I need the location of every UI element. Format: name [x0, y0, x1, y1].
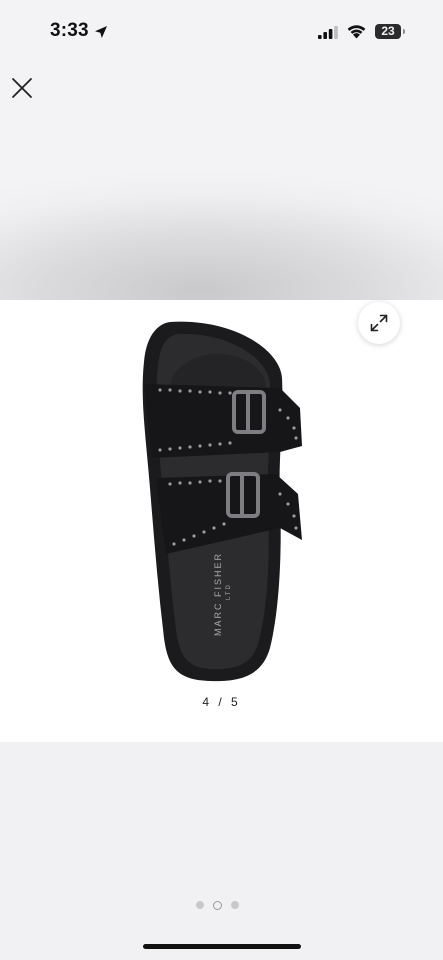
pagination-dot-1[interactable] — [196, 901, 204, 909]
wifi-icon — [347, 25, 366, 39]
cellular-signal-icon — [318, 26, 338, 39]
battery-tip — [403, 29, 405, 34]
expand-button[interactable] — [358, 302, 400, 344]
pagination-dot-2-active[interactable] — [213, 901, 222, 910]
image-counter: 4 / 5 — [202, 695, 241, 709]
pagination-dot-3[interactable] — [231, 901, 239, 909]
status-time: 3:33 — [50, 20, 89, 41]
brand-primary-label: MARC FISHER — [213, 552, 223, 636]
home-indicator[interactable] — [143, 944, 301, 949]
status-bar: 3:33 23 — [0, 0, 443, 64]
expand-icon — [370, 314, 388, 332]
pagination-dots — [196, 901, 239, 910]
brand-secondary-label: LTD — [226, 583, 232, 600]
sandal-product-image: MARC FISHER LTD — [142, 321, 302, 682]
battery-icon: 23 — [375, 24, 401, 39]
close-icon[interactable] — [10, 76, 34, 100]
location-arrow-icon — [95, 26, 107, 38]
bottom-blurred-background — [0, 742, 443, 960]
